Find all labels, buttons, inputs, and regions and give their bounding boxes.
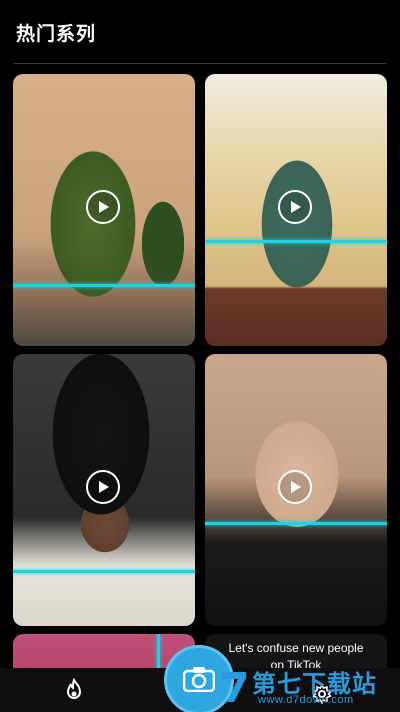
scan-line <box>205 522 387 525</box>
camera-icon <box>183 667 215 692</box>
watermark-logo-icon <box>222 672 246 702</box>
play-icon[interactable] <box>86 470 120 504</box>
play-icon[interactable] <box>278 470 312 504</box>
watermark: 第七下载站 www.d7down.com <box>218 664 398 710</box>
page-title: 热门系列 <box>16 23 97 45</box>
effect-grid: Let's confuse new people on TikTok <box>0 72 400 712</box>
scan-line <box>13 284 195 287</box>
effect-card[interactable] <box>13 354 195 626</box>
effect-card[interactable] <box>205 74 387 346</box>
effect-card[interactable] <box>205 354 387 626</box>
divider <box>14 63 386 64</box>
scan-line <box>205 240 387 243</box>
flame-icon[interactable] <box>62 677 86 702</box>
effect-card[interactable] <box>13 74 195 346</box>
play-icon[interactable] <box>86 190 120 224</box>
watermark-url: www.d7down.com <box>258 694 354 706</box>
header: 热门系列 <box>0 0 400 64</box>
play-icon[interactable] <box>278 190 312 224</box>
scan-line <box>13 570 195 573</box>
